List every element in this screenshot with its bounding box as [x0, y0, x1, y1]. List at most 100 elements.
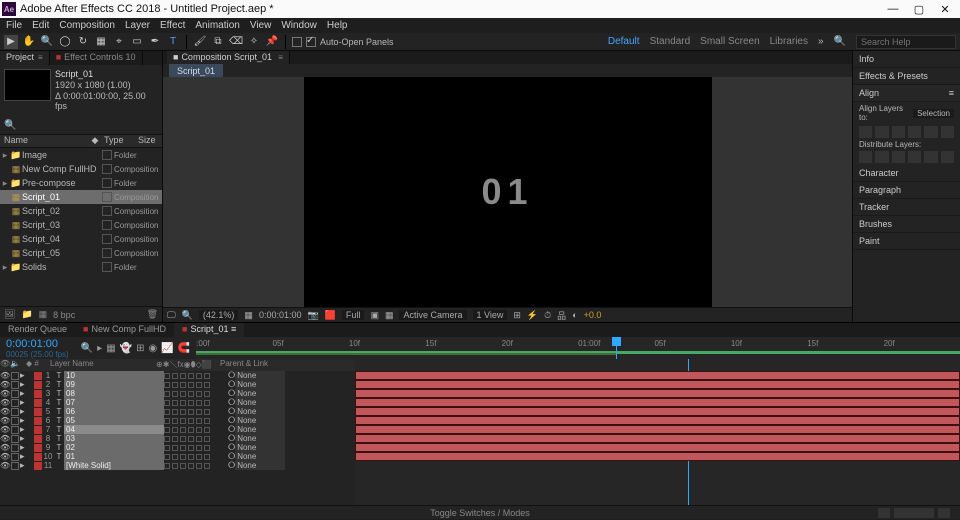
channel-icon[interactable]: 🟥: [325, 310, 336, 321]
menu-layer[interactable]: Layer: [125, 20, 150, 31]
workspace-default[interactable]: Default: [608, 36, 640, 47]
zoom-tool-icon[interactable]: 🔍: [40, 35, 54, 49]
magnification-icon[interactable]: 🔍: [182, 310, 193, 321]
layer-row[interactable]: 👁▸11[White Solid]⭘None: [0, 461, 355, 470]
layer-row[interactable]: 👁▸2T09⭘None: [0, 380, 355, 389]
camera-tool-icon[interactable]: ▦: [94, 35, 108, 49]
camera-dropdown[interactable]: Active Camera: [399, 310, 466, 320]
layer-row[interactable]: 👁▸7T04⭘None: [0, 425, 355, 434]
roto-tool-icon[interactable]: ✧: [247, 35, 261, 49]
layer-bar[interactable]: [355, 434, 960, 443]
flowchart-icon[interactable]: 品: [557, 309, 566, 322]
resolution-icon[interactable]: ▦: [244, 310, 253, 321]
layer-row[interactable]: 👁▸5T06⭘None: [0, 407, 355, 416]
distribute-4-icon[interactable]: [908, 151, 921, 163]
view-layout-dropdown[interactable]: 1 View: [473, 310, 508, 320]
align-top-icon[interactable]: [908, 126, 921, 138]
layer-row[interactable]: 👁▸6T05⭘None: [0, 416, 355, 425]
delete-icon[interactable]: 🗑: [147, 309, 158, 320]
brush-tool-icon[interactable]: 🖌: [193, 35, 207, 49]
layer-bar[interactable]: [355, 443, 960, 452]
align-vcenter-icon[interactable]: [924, 126, 937, 138]
align-panel-header[interactable]: Align≡: [853, 85, 960, 102]
layer-bar[interactable]: [355, 425, 960, 434]
fast-preview-icon[interactable]: ⚡: [527, 310, 538, 321]
toggle-switches-modes[interactable]: Toggle Switches / Modes: [430, 508, 530, 518]
snapshot-icon[interactable]: 📷: [307, 310, 318, 321]
timeline-tab-new-comp[interactable]: ■New Comp FullHD: [75, 323, 174, 337]
distribute-3-icon[interactable]: [892, 151, 905, 163]
info-panel-header[interactable]: Info: [853, 51, 960, 68]
rotate-tool-icon[interactable]: ↻: [76, 35, 90, 49]
composition-tab[interactable]: ■Composition Script_01 ≡: [167, 51, 290, 64]
project-item[interactable]: ▦New Comp FullHDComposition: [0, 162, 162, 176]
current-time-display[interactable]: 0:00:01:00: [6, 338, 69, 350]
parent-header[interactable]: Parent & Link: [216, 359, 355, 371]
minimize-button[interactable]: —: [880, 3, 906, 16]
layer-row[interactable]: 👁▸10T01⭘None: [0, 452, 355, 461]
menu-file[interactable]: File: [6, 20, 22, 31]
project-search-icon[interactable]: 🔍: [4, 120, 16, 131]
layer-bar[interactable]: [355, 380, 960, 389]
selection-tool-icon[interactable]: ▶: [4, 35, 18, 49]
align-bottom-icon[interactable]: [941, 126, 954, 138]
layer-bar[interactable]: [355, 407, 960, 416]
search-timeline-icon[interactable]: 🔍: [81, 343, 93, 354]
menu-edit[interactable]: Edit: [32, 20, 49, 31]
effects-presets-panel-header[interactable]: Effects & Presets: [853, 68, 960, 85]
clone-tool-icon[interactable]: ⧉: [211, 35, 225, 49]
exposure-reset-icon[interactable]: ◐: [572, 310, 577, 320]
project-item[interactable]: ▦Script_02Composition: [0, 204, 162, 218]
menu-help[interactable]: Help: [327, 20, 348, 31]
paint-panel-header[interactable]: Paint: [853, 233, 960, 250]
layer-name-header[interactable]: Layer Name: [46, 359, 156, 371]
time-ruler[interactable]: :00f05f10f15f20f01:00f05f10f15f20f: [196, 337, 960, 359]
puppet-tool-icon[interactable]: 📌: [265, 35, 279, 49]
zoom-out-icon[interactable]: [878, 508, 890, 518]
resolution-dropdown[interactable]: Full: [342, 310, 365, 320]
always-preview-icon[interactable]: 🖵: [167, 310, 176, 321]
layer-row[interactable]: 👁▸4T07⭘None: [0, 398, 355, 407]
draft3d-icon[interactable]: ▦: [106, 343, 115, 354]
color-depth-button[interactable]: 8 bpc: [53, 310, 75, 320]
distribute-5-icon[interactable]: [924, 151, 937, 163]
zoom-in-icon[interactable]: [938, 508, 950, 518]
distribute-2-icon[interactable]: [875, 151, 888, 163]
character-panel-header[interactable]: Character: [853, 165, 960, 182]
timeline-icon[interactable]: ⏱: [544, 310, 551, 321]
paragraph-panel-header[interactable]: Paragraph: [853, 182, 960, 199]
align-hcenter-icon[interactable]: [875, 126, 888, 138]
eraser-tool-icon[interactable]: ⌫: [229, 35, 243, 49]
new-comp-icon[interactable]: ▦: [39, 309, 48, 320]
menu-composition[interactable]: Composition: [59, 20, 115, 31]
timeline-tracks[interactable]: [355, 359, 960, 505]
transparency-grid-icon[interactable]: ▦: [385, 310, 394, 321]
tracker-panel-header[interactable]: Tracker: [853, 199, 960, 216]
layer-bar[interactable]: [355, 371, 960, 380]
composition-viewer[interactable]: 01: [163, 77, 852, 307]
layer-row[interactable]: 👁▸3T08⭘None: [0, 389, 355, 398]
align-right-icon[interactable]: [892, 126, 905, 138]
distribute-1-icon[interactable]: [859, 151, 872, 163]
new-folder-icon[interactable]: 📁: [21, 309, 32, 320]
align-to-dropdown[interactable]: Selection: [913, 109, 954, 118]
zoom-dropdown[interactable]: (42.1%): [199, 310, 239, 320]
pen-tool-icon[interactable]: ✒: [148, 35, 162, 49]
project-item[interactable]: ▦Script_01Composition: [0, 190, 162, 204]
project-item[interactable]: ▸📁Pre-composeFolder: [0, 176, 162, 190]
align-left-icon[interactable]: [859, 126, 872, 138]
snap-icon[interactable]: 🧲: [178, 343, 190, 354]
search-help-input[interactable]: [856, 35, 956, 49]
effect-controls-tab[interactable]: ■Effect Controls 10: [50, 51, 143, 65]
pixel-aspect-icon[interactable]: ⊞: [513, 310, 521, 321]
time-display[interactable]: 0:00:01:00: [259, 310, 302, 320]
workspace-overflow-icon[interactable]: »: [818, 36, 824, 47]
auto-open-checkbox[interactable]: [306, 37, 316, 47]
timeline-tab-render-queue[interactable]: Render Queue: [0, 323, 75, 337]
menu-view[interactable]: View: [250, 20, 272, 31]
layer-bar[interactable]: [355, 398, 960, 407]
interpret-footage-icon[interactable]: 🖼: [4, 309, 15, 320]
flowchart-tab[interactable]: Script_01: [169, 64, 223, 77]
layer-row[interactable]: 👁▸1T10⭘None: [0, 371, 355, 380]
graph-editor-icon[interactable]: 📈: [161, 343, 173, 354]
